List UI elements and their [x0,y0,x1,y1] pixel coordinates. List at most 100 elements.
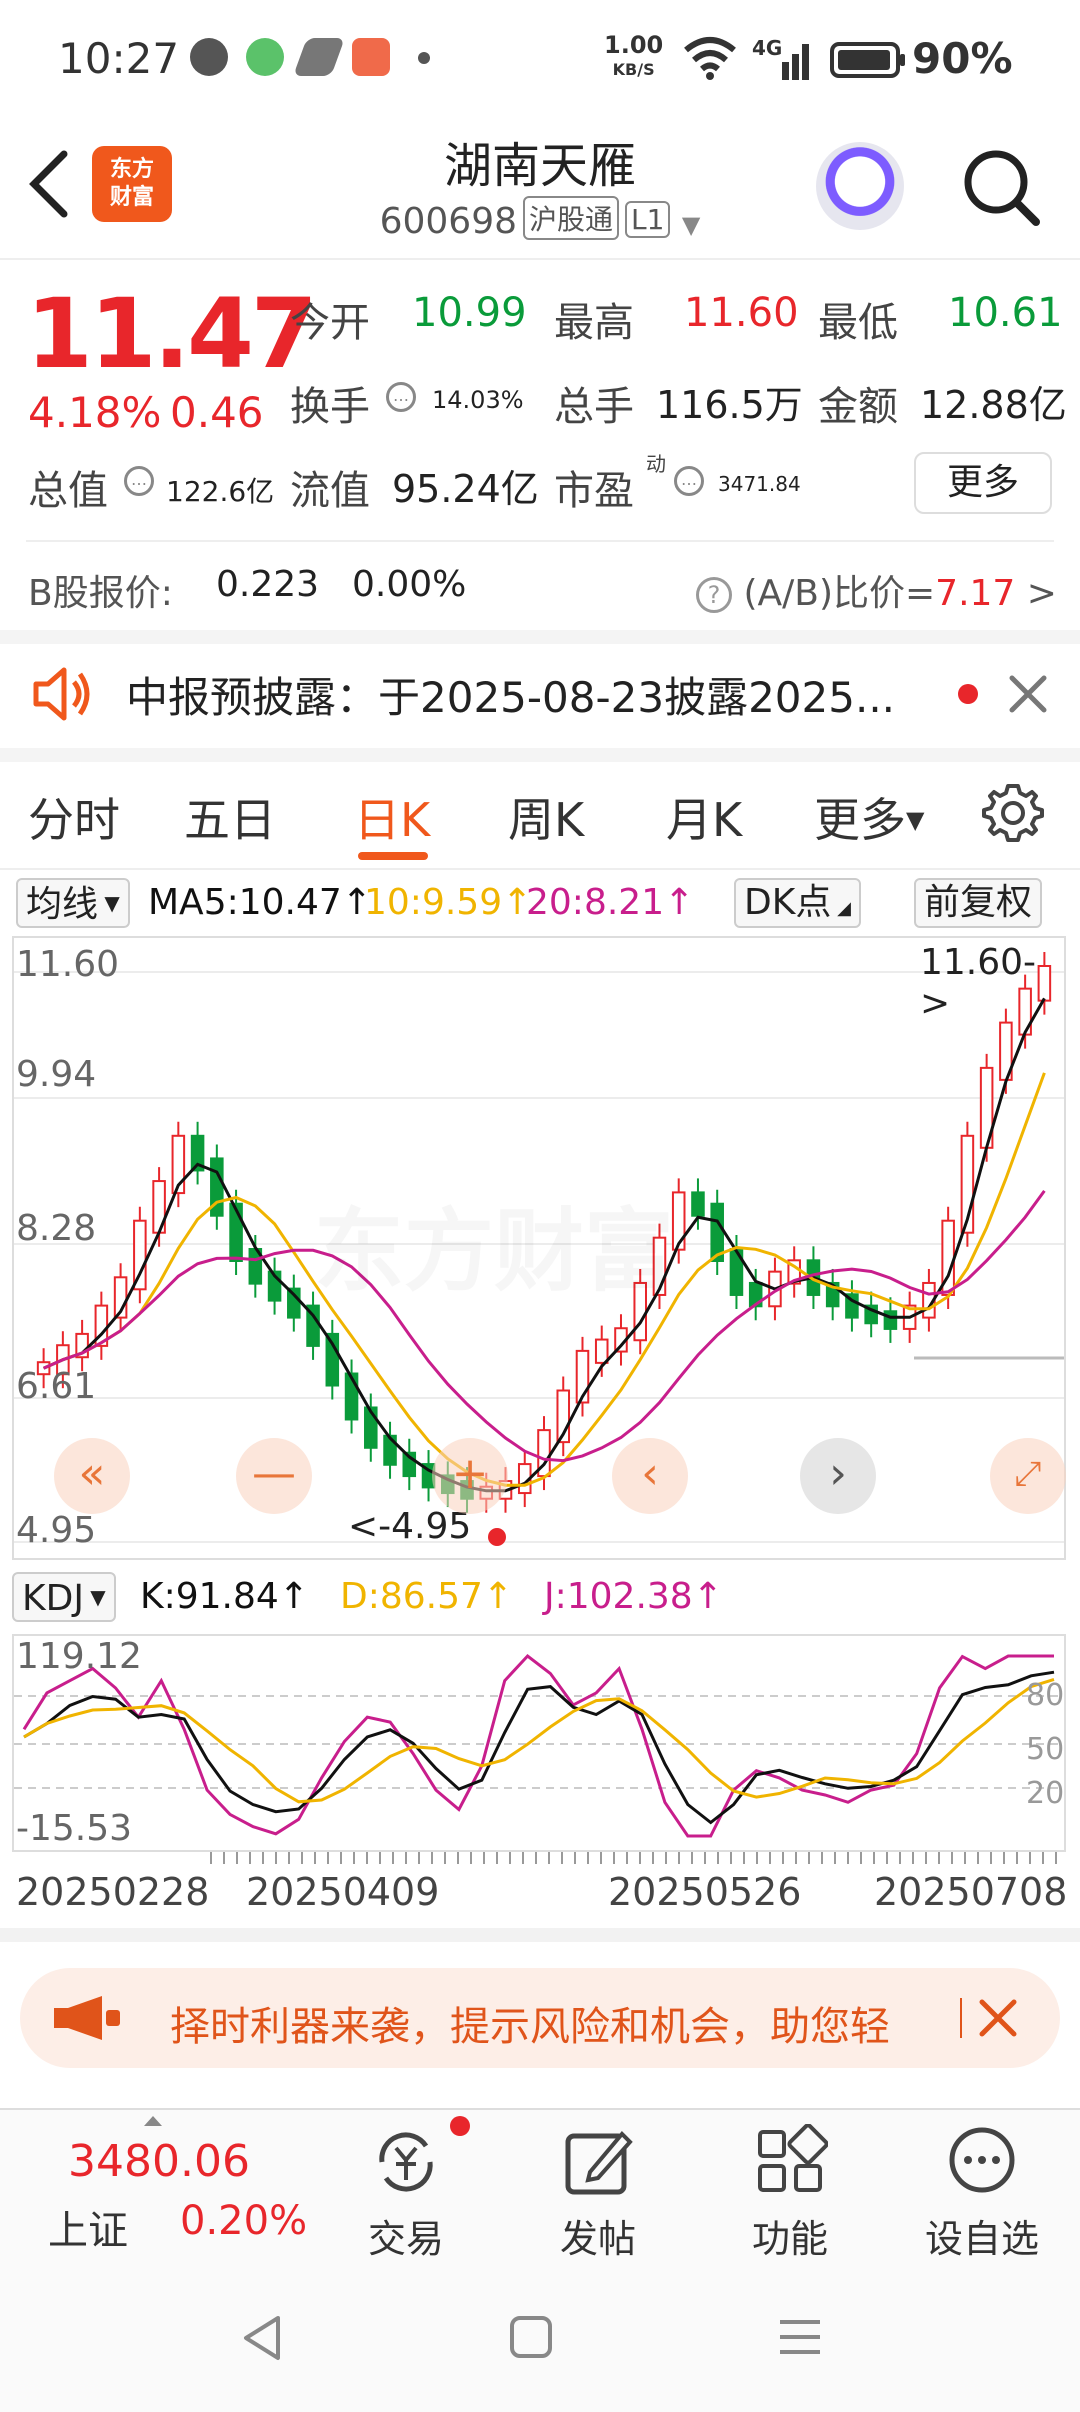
high-value: 11.60 [684,290,799,336]
volume-value: 116.5万 [656,383,803,427]
stock-code: 600698 [379,201,518,242]
caret-icon: ◢ [831,898,851,919]
system-menu-icon[interactable] [776,2316,824,2358]
edit-icon [565,2131,633,2195]
robot-avatar[interactable] [816,142,904,230]
system-back-icon[interactable] [238,2312,286,2364]
tab-five-day[interactable]: 五日 [184,784,276,850]
dot-icon [418,52,430,64]
net-speed: 1.00 KB/S [604,33,663,81]
question-icon: ? [696,577,732,613]
kdj-svg [14,1653,1064,1838]
tab-daily-k[interactable]: 日K [354,784,430,850]
send-icon [293,38,345,76]
indicator-label: KDJ [22,1578,84,1619]
dk-label: DK点 [744,882,832,923]
notice-dot [958,684,978,704]
app-c-icon [246,38,284,76]
period-tabs: 分时 五日 日K 周K 月K 更多▼ [0,760,1080,870]
battery-text: 90% [912,34,1013,83]
float-value: 95.24亿 [392,467,539,511]
nav-function-label: 功能 [751,2217,828,2261]
indicator-dropdown[interactable]: KDJ ▼ [12,1572,116,1622]
nav-watchlist[interactable]: 设自选 [892,2110,1072,2262]
dk-dropdown[interactable]: DK点 ◢ [734,878,861,928]
chart-bottom-shade [0,1928,1080,1942]
search-icon[interactable] [960,146,1042,228]
low-value: 10.61 [948,290,1063,336]
ma-dropdown[interactable]: 均线 ▼ [16,878,130,928]
chevron-right-icon: > [1026,573,1057,614]
ab-ratio-label: (A/B)比价= [743,573,936,614]
promo-banner[interactable]: 择时利器来袭，提示风险和机会，助您轻 [20,1968,1060,2068]
info-icon[interactable]: … [674,466,704,496]
amount-value: 12.88亿 [920,383,1067,427]
change-pct: 4.18% [28,388,162,437]
nav-trade-label: 交易 [367,2217,444,2261]
kdj-level-20: 20 [1026,1776,1065,1811]
tab-weekly-k[interactable]: 周K [508,784,584,850]
watermark: 东方财富 [314,1178,674,1308]
nav-trade[interactable]: 交易 [316,2110,496,2262]
close-icon[interactable] [1006,672,1050,716]
min-marker: <-4.95 [348,1506,472,1547]
fullscreen-button[interactable]: ⤢ [990,1438,1066,1514]
adjust-button[interactable]: 前复权 [914,878,1043,928]
signal-icon [782,44,809,80]
kdj-row: KDJ ▼ K:91.84↑ D:86.57↑ J:102.38↑ [0,1570,1080,1626]
pe-label: 市盈 [554,468,634,514]
ma10-value: 10:9.59↑ [364,882,533,923]
current-price: 11.47 [26,278,318,390]
kdj-chart[interactable]: 119.12 -15.53 80 50 20 [12,1634,1066,1852]
scroll-right-button[interactable]: › [800,1438,876,1514]
trade-badge [450,2116,470,2136]
nav-post[interactable]: 发帖 [508,2110,688,2262]
info-icon[interactable]: … [386,382,416,412]
status-bar: 10:27 1.00 KB/S 4G 90% [0,0,1080,120]
kline-chart[interactable]: 东方财富 11.60 9.94 8.28 6.61 4.95 11.60-> <… [12,936,1066,1560]
scroll-left-fast-button[interactable]: « [54,1438,130,1514]
active-tab-indicator [358,852,428,860]
open-value: 10.99 [412,290,527,336]
kdj-d-line [23,1677,1055,1804]
notice-text[interactable]: 中报预披露：于2025-08-23披露2025... [126,664,895,725]
scroll-left-button[interactable]: ‹ [612,1438,688,1514]
bottom-nav: 3480.06 上证 0.20% 交易 发帖 功能 设自选 [0,2108,1080,2262]
turnover-value: 14.03% [432,386,524,414]
kdj-y-top: 119.12 [16,1636,142,1677]
system-home-icon[interactable] [508,2314,554,2360]
ma-row: 均线 ▼ MA5:10.47↑ 10:9.59↑ 20:8.21↑ DK点 ◢ … [0,876,1080,932]
chevron-down-icon: ▼ [681,211,701,239]
close-icon[interactable] [976,1996,1020,2040]
candle-body [671,1191,686,1251]
kdj-j-value: J:102.38↑ [544,1576,723,1617]
index-pct: 0.20% [180,2198,308,2244]
tab-more[interactable]: 更多▼ [814,784,924,850]
hk-connect-tag: 沪股通 [523,196,620,240]
banner-separator [960,1998,962,2038]
ab-ratio[interactable]: ? (A/B)比价=7.17 > [696,564,1057,616]
tab-intraday[interactable]: 分时 [28,784,120,850]
date-label-1: 20250228 [16,1870,210,1914]
megaphone-icon [54,1996,120,2040]
tab-monthly-k[interactable]: 月K [666,784,742,850]
wifi-icon [684,37,736,80]
float-label: 流值 [290,468,370,514]
kdj-level-50: 50 [1026,1732,1065,1767]
mktcap-label: 总值 [28,468,108,514]
date-label-4: 20250708 [874,1870,1068,1914]
more-dots-icon [949,2127,1015,2193]
kdj-d-value: D:86.57↑ [340,1576,514,1617]
zoom-out-button[interactable]: — [236,1438,312,1514]
more-button[interactable]: 更多 [914,452,1052,514]
zoom-in-button[interactable]: + [432,1438,508,1514]
info-icon[interactable]: … [124,466,154,496]
stock-code-row[interactable]: 600698 沪股通 L1 ▼ [0,196,1080,242]
date-axis-ticks [210,1852,1062,1864]
caret-down-icon: ▼ [906,806,925,834]
kdj-j-line [22,1653,1054,1838]
stock-name: 湖南天雁 [443,138,636,194]
index-quote[interactable]: 3480.06 上证 0.20% [0,2110,330,2262]
gear-icon[interactable] [980,780,1046,846]
nav-function[interactable]: 功能 [700,2110,880,2262]
